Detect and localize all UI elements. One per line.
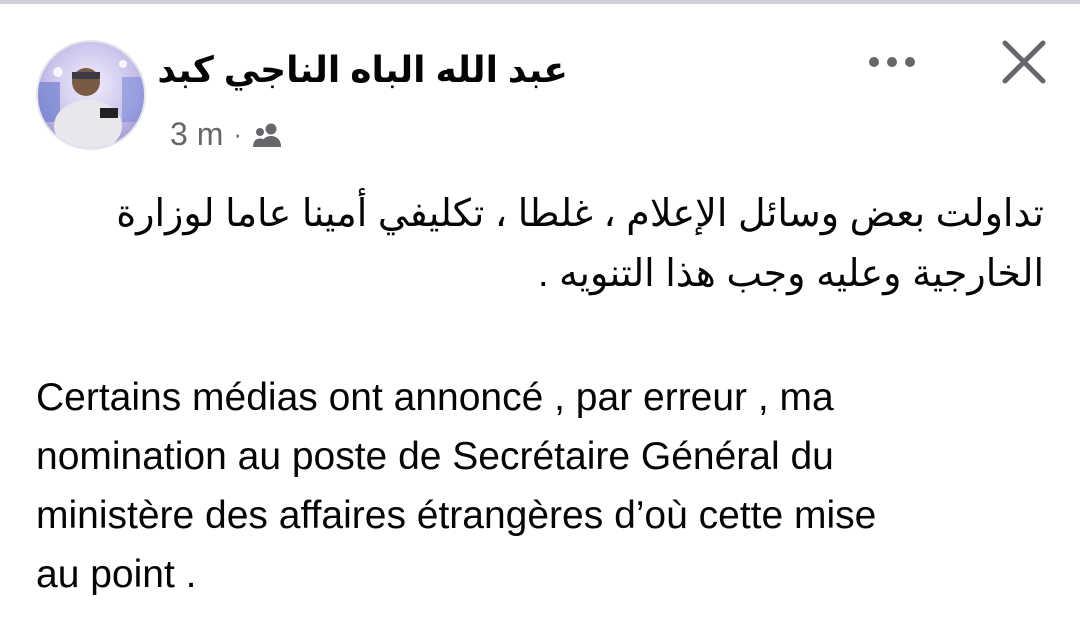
profile-photo-icon [38, 42, 144, 148]
post-text-line: الخارجية وعليه وجب هذا التنويه . [537, 253, 1044, 295]
post-text-line: ministère des affaires étrangères d’où c… [36, 494, 877, 537]
close-icon [1002, 40, 1046, 84]
close-button[interactable] [990, 30, 1058, 94]
top-divider [0, 0, 1080, 4]
more-options-button[interactable] [860, 44, 924, 80]
meta-separator: · [233, 118, 243, 149]
avatar[interactable] [36, 40, 146, 150]
post-text-line: nomination au poste de Secrétaire Généra… [36, 435, 834, 478]
author-name[interactable]: عبد الله الباه الناجي كبد [157, 44, 568, 96]
timestamp[interactable]: 3 m [170, 116, 223, 153]
post-text-line: تداولت بعض وسائل الإعلام ، غلطا ، تكليفي… [116, 193, 1044, 235]
post-text-arabic: تداولت بعض وسائل الإعلام ، غلطا ، تكليفي… [60, 184, 1044, 304]
friends-icon[interactable] [252, 120, 284, 148]
post-meta: 3 m · [170, 114, 284, 154]
post-text-line: Certains médias ont annoncé , par erreur… [36, 376, 834, 419]
more-options-icon [869, 57, 915, 67]
post-text-french: Certains médias ont annoncé , par erreur… [36, 368, 1046, 604]
post-text-line: au point . [36, 553, 197, 596]
